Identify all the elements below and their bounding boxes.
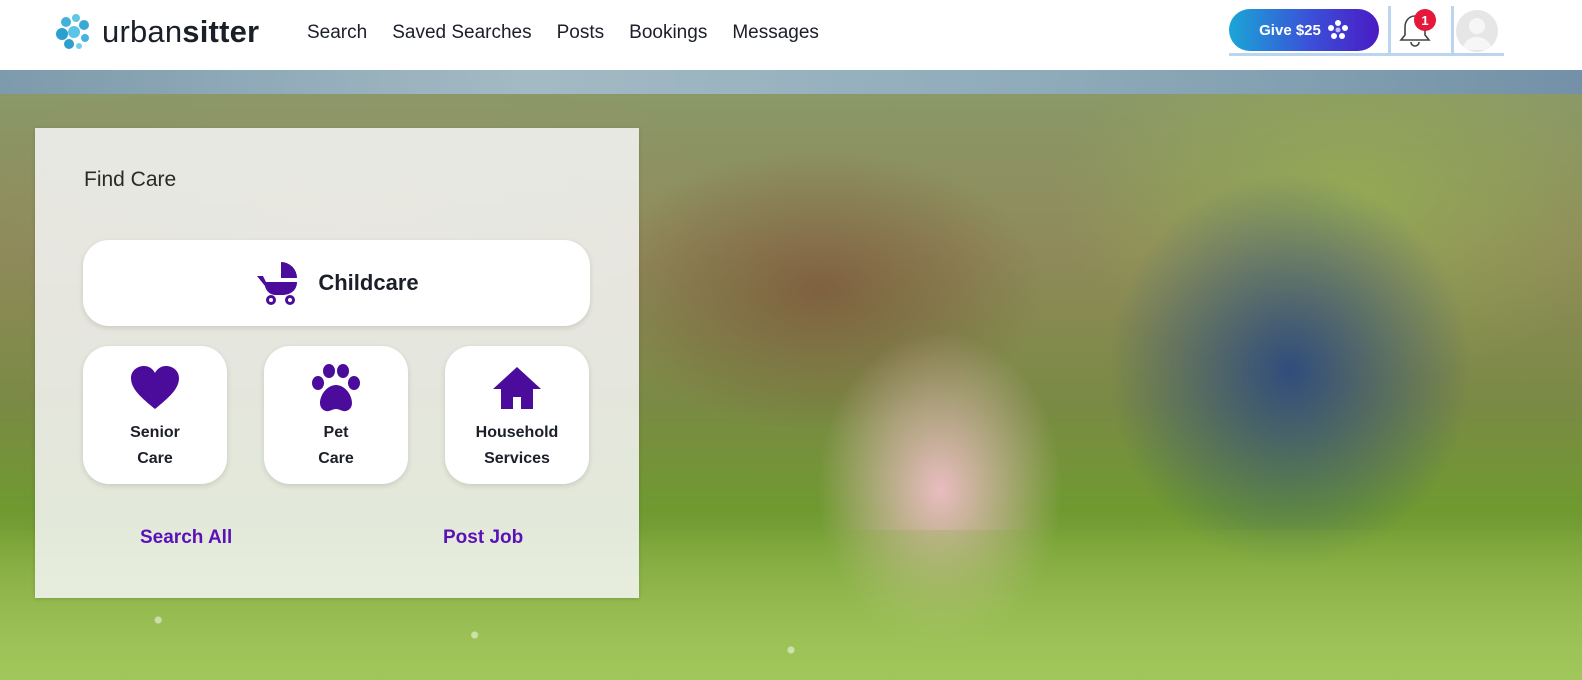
logo-mark-icon xyxy=(56,14,89,49)
give-button-label: Give $25 xyxy=(1259,21,1321,39)
give-25-button[interactable]: Give $25 xyxy=(1229,9,1379,51)
senior-care-button[interactable]: Senior Care xyxy=(83,346,227,484)
household-line1: Household xyxy=(475,424,559,441)
avatar[interactable] xyxy=(1456,10,1498,52)
pet-care-line2: Care xyxy=(318,450,354,467)
pet-care-line1: Pet xyxy=(323,424,349,441)
notification-badge: 1 xyxy=(1414,9,1436,31)
flower-icon xyxy=(1327,20,1348,39)
find-care-title: Find Care xyxy=(84,168,177,191)
paw-icon xyxy=(312,364,360,412)
nav-saved-searches[interactable]: Saved Searches xyxy=(392,22,531,44)
senior-care-line2: Care xyxy=(137,450,173,467)
brand-prefix: urban xyxy=(102,14,183,49)
urbansitter-logo[interactable]: urbansitter xyxy=(52,10,259,54)
senior-care-line1: Senior xyxy=(130,424,180,441)
household-services-button[interactable]: Household Services xyxy=(445,346,589,484)
nav-search[interactable]: Search xyxy=(307,22,367,44)
household-line2: Services xyxy=(484,450,550,467)
heart-icon xyxy=(131,366,179,409)
find-care-panel: Find Care Childcare Senior Care Pet Care… xyxy=(35,128,639,598)
nav-bookings[interactable]: Bookings xyxy=(629,22,707,44)
post-job-link[interactable]: Post Job xyxy=(443,527,523,549)
main-nav: Search Saved Searches Posts Bookings Mes… xyxy=(307,22,819,44)
home-icon xyxy=(493,367,541,409)
nav-posts[interactable]: Posts xyxy=(557,22,605,44)
brand-suffix: sitter xyxy=(182,14,260,49)
header-accent-line xyxy=(1229,53,1504,56)
search-all-link[interactable]: Search All xyxy=(140,527,232,549)
pet-care-button[interactable]: Pet Care xyxy=(264,346,408,484)
user-avatar-icon xyxy=(1462,18,1492,50)
childcare-label: Childcare xyxy=(318,270,419,295)
nav-messages[interactable]: Messages xyxy=(732,22,819,44)
childcare-button[interactable]: Childcare xyxy=(83,240,590,326)
hero-top-band xyxy=(0,70,1582,94)
stroller-icon xyxy=(257,262,298,305)
top-navigation-bar: urbansitter Search Saved Searches Posts … xyxy=(0,0,1582,70)
